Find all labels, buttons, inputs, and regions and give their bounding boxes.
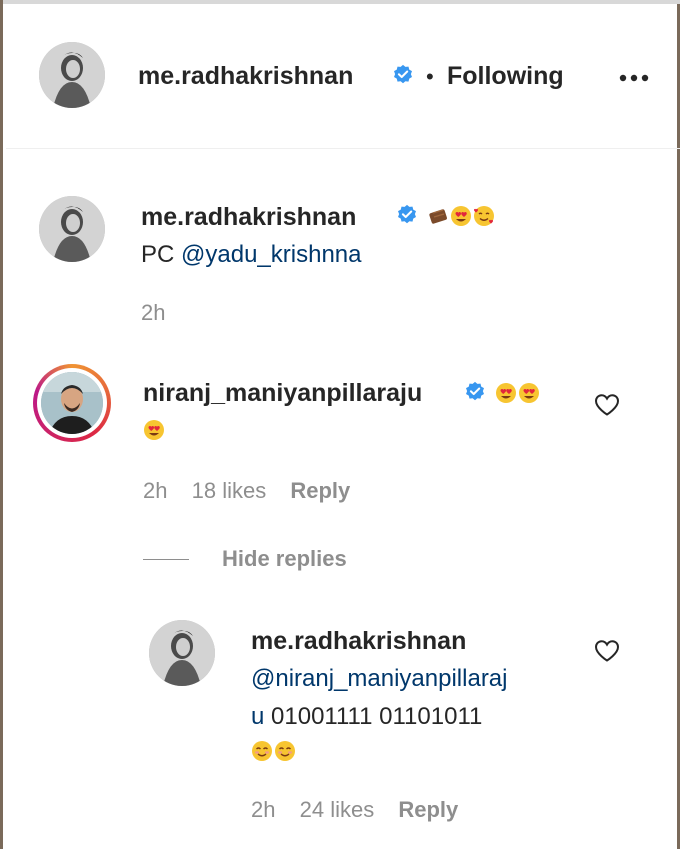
mention-link[interactable]: @niranj_maniyanpillaraj [251, 665, 508, 692]
avatar[interactable] [41, 372, 103, 434]
smiling-emoji-icon [252, 741, 272, 761]
reply-meta: 2h 24 likes Reply [251, 797, 476, 823]
likes-count[interactable]: 24 likes [300, 797, 375, 822]
verified-badge-icon [466, 381, 484, 401]
comment-emojis-line2 [143, 417, 166, 445]
caption-body: PC @yadu_krishnna [141, 241, 361, 269]
reply-username[interactable]: me.radhakrishnan [251, 627, 466, 656]
reply-button[interactable]: Reply [398, 797, 458, 822]
caption-meta: 2h [141, 300, 183, 326]
reply-text: 01001111 01101011 [271, 703, 483, 730]
mention-link[interactable]: @yadu_krishnna [181, 241, 361, 268]
reply-mention-line1: @niranj_maniyanpillaraj [251, 665, 508, 693]
heart-eyes-emoji-icon [451, 206, 471, 226]
smiling-hearts-emoji-icon [474, 206, 494, 226]
timestamp[interactable]: 2h [251, 797, 275, 822]
like-heart-icon[interactable] [594, 639, 620, 663]
comment-emojis-line1 [495, 380, 541, 408]
comment-username[interactable]: niranj_maniyanpillaraju [143, 379, 422, 408]
separator-dot: • [426, 64, 434, 89]
profile-photo-icon [39, 196, 105, 262]
avatar[interactable] [39, 196, 105, 262]
heart-eyes-emoji-icon [144, 420, 164, 440]
caption-emojis [427, 203, 496, 231]
heart-eyes-emoji-icon [519, 383, 539, 403]
following-button[interactable]: Following [447, 62, 564, 91]
profile-photo-icon [41, 372, 103, 434]
verified-badge-icon [394, 64, 412, 84]
more-options-icon[interactable] [617, 72, 653, 84]
timestamp[interactable]: 2h [141, 300, 165, 325]
reply-button[interactable]: Reply [290, 478, 350, 503]
profile-photo-icon [149, 620, 215, 686]
chocolate-emoji-icon [429, 209, 447, 224]
comment-meta: 2h 18 likes Reply [143, 478, 368, 504]
avatar[interactable] [149, 620, 215, 686]
smiling-emoji-icon [275, 741, 295, 761]
reply-body-line2: u 01001111 01101011 [251, 703, 482, 731]
caption-prefix: PC [141, 241, 175, 268]
heart-eyes-emoji-icon [496, 383, 516, 403]
profile-photo-icon [39, 42, 105, 108]
timestamp[interactable]: 2h [143, 478, 167, 503]
likes-count[interactable]: 18 likes [192, 478, 267, 503]
hide-replies-button[interactable]: Hide replies [222, 546, 347, 572]
reply-emojis [251, 738, 297, 766]
verified-badge-icon [398, 204, 416, 224]
replies-divider-line [143, 559, 189, 560]
like-heart-icon[interactable] [594, 393, 620, 417]
caption-username[interactable]: me.radhakrishnan [141, 203, 356, 232]
header-username[interactable]: me.radhakrishnan [138, 62, 353, 91]
instagram-comments-panel: me.radhakrishnan • Following me.radhakri… [0, 0, 680, 849]
avatar[interactable] [39, 42, 105, 108]
mention-link-continued[interactable]: u [251, 703, 264, 730]
